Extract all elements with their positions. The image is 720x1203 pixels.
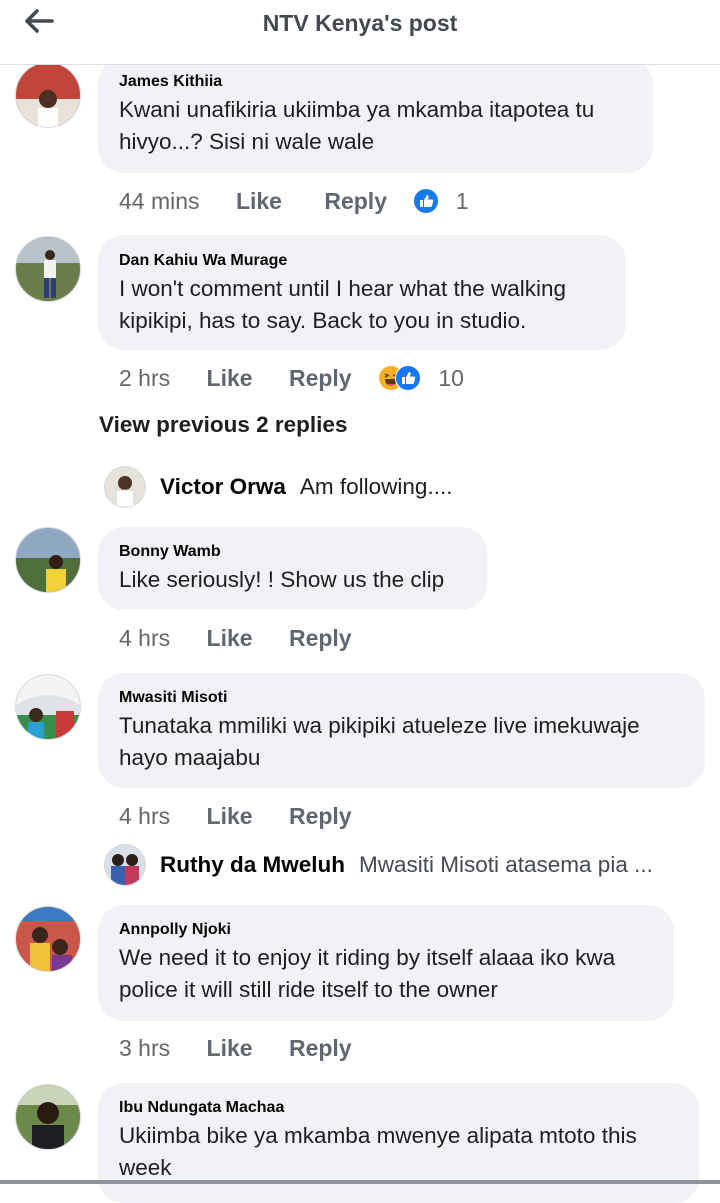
like-reaction-icon [413,187,440,214]
comment-text-line: police it will still ride itself to the … [119,977,498,1002]
comment-author[interactable]: James Kithiia [119,72,631,92]
avatar[interactable] [104,466,146,508]
reply-button[interactable]: Reply [289,623,352,653]
reply-preview[interactable]: Ruthy da Mweluh Mwasiti Misoti atasema pi… [104,844,714,888]
comment-actions: 4 hrs Like Reply [119,799,352,829]
view-previous-replies-link[interactable]: View previous 2 replies [99,412,347,438]
comment-author[interactable]: Annpolly Njoki [119,920,652,940]
bottom-divider [0,1180,720,1184]
reply-button[interactable]: Reply [289,801,352,831]
reply-text: Am following.... [299,474,453,499]
comment-text-line: Like seriously! ! Show us the clip [119,567,445,592]
comment-text: I won't comment until I hear what the wa… [119,273,604,337]
avatar[interactable] [104,844,146,886]
comment-text: Like seriously! ! Show us the clip [119,564,465,596]
reply-button[interactable]: Reply [289,363,352,393]
comment-time: 4 hrs [119,624,171,651]
reply-button[interactable]: Reply [324,186,387,216]
avatar[interactable] [15,1084,81,1150]
comment-text-line: We need it to enjoy it riding by itself … [119,945,616,970]
reply-text: Mwasiti Misoti atasema pia ... [359,852,653,877]
comment-text: Kwani unafikiria ukiimba ya mkamba itapo… [119,94,631,158]
reply-preview-text: Ruthy da Mweluh Mwasiti Misoti atasema pi… [160,852,653,878]
avatar[interactable] [15,527,81,593]
top-bar: NTV Kenya's post [0,0,720,65]
like-reaction-icon [394,364,421,391]
reply-author[interactable]: Victor Orwa [160,474,286,499]
avatar[interactable] [15,674,81,740]
comment-author[interactable]: Ibu Ndungata Machaa [119,1098,677,1118]
comment-actions: 4 hrs Like Reply [119,621,352,651]
comment-text-line: hayo maajabu [119,745,261,770]
reply-button[interactable]: Reply [289,1033,352,1063]
comment-author[interactable]: Mwasiti Misoti [119,688,683,708]
comment-text: We need it to enjoy it riding by itself … [119,942,652,1006]
like-button[interactable]: Like [207,801,253,831]
comment-bubble[interactable]: Dan Kahiu Wa Murage I won't comment unti… [98,235,626,350]
reply-preview-text: Victor Orwa Am following.... [160,474,452,500]
comment-text-line: Ukiimba bike ya mkamba mwenye alipata mt… [119,1123,637,1148]
reply-preview[interactable]: Victor Orwa Am following.... [104,466,714,510]
comment-bubble[interactable]: Ibu Ndungata Machaa Ukiimba bike ya mkam… [98,1083,699,1203]
comment-text: Ukiimba bike ya mkamba mwenye alipata mt… [119,1120,677,1184]
comment-bubble[interactable]: Bonny Wamb Like seriously! ! Show us the… [98,527,487,610]
comment-text-line: Tunataka mmiliki wa pikipiki atueleze li… [119,713,640,738]
comment-text-line: kipikipi, has to say. Back to you in stu… [119,308,527,333]
comment-time: 4 hrs [119,802,171,829]
comment-time: 2 hrs [119,364,171,391]
comment-text: Tunataka mmiliki wa pikipiki atueleze li… [119,710,683,774]
comment-time: 44 mins [119,187,200,214]
comment-bubble[interactable]: James Kithiia Kwani unafikiria ukiimba y… [98,58,653,173]
comment-actions: 44 mins Like Reply 1 [119,184,469,214]
comment-actions: 2 hrs Like Reply 10 [119,361,464,391]
avatar[interactable] [15,62,81,128]
reaction-count: 10 [438,364,464,391]
comment-time: 3 hrs [119,1034,171,1061]
reaction-icons[interactable] [413,187,440,215]
comment-actions: 3 hrs Like Reply [119,1031,352,1061]
like-button[interactable]: Like [207,1033,253,1063]
like-button[interactable]: Like [236,186,282,216]
comment-author[interactable]: Bonny Wamb [119,542,465,562]
reply-author[interactable]: Ruthy da Mweluh [160,852,345,877]
comment-text-line: hivyo...? Sisi ni wale wale [119,129,375,154]
avatar[interactable] [15,236,81,302]
comment-bubble[interactable]: Mwasiti Misoti Tunataka mmiliki wa pikip… [98,673,705,788]
comment-text-line: I won't comment until I hear what the wa… [119,276,567,301]
comment-author[interactable]: Dan Kahiu Wa Murage [119,251,604,271]
like-button[interactable]: Like [207,363,253,393]
comment-text-line: Kwani unafikiria ukiimba ya mkamba itapo… [119,97,595,122]
page-title: NTV Kenya's post [262,10,458,36]
reaction-icons[interactable] [377,364,422,392]
reaction-count: 1 [455,187,469,214]
like-button[interactable]: Like [207,623,253,653]
comment-bubble[interactable]: Annpolly Njoki We need it to enjoy it ri… [98,905,674,1021]
avatar[interactable] [15,906,81,972]
